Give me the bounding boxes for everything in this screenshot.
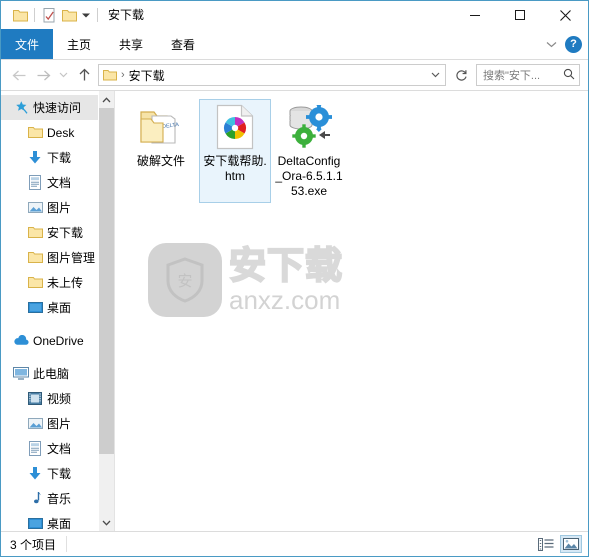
desktop-icon — [27, 300, 43, 316]
window-title: 安下载 — [108, 8, 145, 22]
tab-home[interactable]: 主页 — [53, 29, 105, 59]
folder-icon — [27, 125, 43, 141]
documents-icon — [27, 175, 43, 191]
breadcrumb[interactable]: › 安下载 — [98, 64, 446, 86]
sidebar-item-label: 图片管理 — [47, 251, 96, 265]
search-input[interactable]: 搜索"安下... — [483, 67, 563, 83]
minimize-button[interactable] — [452, 1, 497, 29]
music-icon — [27, 491, 43, 507]
sidebar-item-label: 音乐 — [47, 492, 72, 506]
sidebar-item-label: 下载 — [47, 151, 72, 165]
properties-icon[interactable] — [39, 5, 59, 25]
chevron-down-icon[interactable] — [99, 514, 114, 531]
sidebar-item-label: 文档 — [47, 442, 72, 456]
search-box[interactable]: 搜索"安下... — [476, 64, 580, 86]
help-button[interactable]: ? — [565, 35, 582, 53]
documents-icon — [27, 441, 43, 457]
sidebar-item-label: 此电脑 — [33, 367, 70, 381]
sidebar-item-label: 桌面 — [47, 517, 72, 531]
tab-file[interactable]: 文件 — [1, 29, 54, 59]
details-view-button[interactable] — [535, 535, 557, 553]
download-arrow-icon — [27, 150, 43, 166]
watermark-badge: 安 — [148, 243, 222, 317]
pictures-icon — [27, 200, 43, 216]
html-pinwheel-document-icon — [211, 103, 259, 151]
file-list-view[interactable]: QLDELTA 破解文件 安下载帮助.htm DeltaConfig_Ora-6… — [114, 91, 588, 531]
svg-text:安: 安 — [177, 273, 192, 290]
breadcrumb-separator: › — [121, 69, 125, 81]
file-name: 安下载帮助.htm — [203, 154, 267, 183]
sidebar-item-label: 文档 — [47, 176, 72, 190]
sidebar-item-label: Desk — [47, 125, 75, 140]
title-bar: 安下载 — [1, 1, 588, 29]
file-item-deltaconfig-exe[interactable]: DeltaConfig_Ora-6.5.1.153.exe — [273, 99, 345, 203]
this-pc-icon — [13, 366, 29, 382]
sidebar-item-label: 图片 — [47, 201, 72, 215]
file-explorer-window: 安下载 文件 主页 共享 查看 ? › 安下载 搜索"安下... 快速访问 De… — [0, 0, 589, 557]
sidebar-item-label: 桌面 — [47, 301, 72, 315]
sidebar-item-label: 快速访问 — [33, 101, 82, 115]
folder-icon — [27, 250, 43, 266]
pictures-icon — [27, 416, 43, 432]
chevron-down-icon[interactable] — [425, 72, 445, 78]
forward-button[interactable] — [31, 63, 55, 87]
up-button[interactable] — [72, 63, 96, 87]
close-button[interactable] — [542, 1, 588, 29]
download-arrow-icon — [27, 466, 43, 482]
star-pin-icon — [13, 100, 29, 116]
ribbon-right-controls: ? — [546, 29, 582, 59]
folder-icon[interactable] — [10, 5, 30, 25]
window-controls — [452, 1, 588, 29]
videos-icon — [27, 391, 43, 407]
sidebar-scrollbar[interactable] — [98, 91, 114, 531]
new-folder-icon[interactable] — [59, 5, 79, 25]
qat-separator-2 — [97, 8, 98, 22]
sidebar-item-label: OneDrive — [33, 333, 84, 348]
tab-share[interactable]: 共享 — [105, 29, 157, 59]
navigation-pane: 快速访问 Desk 下载 文档 图片 安下载 图片管理 未上传 桌面 OneDr… — [1, 91, 114, 531]
item-count: 3 个项目 — [10, 537, 57, 552]
file-items: QLDELTA 破解文件 安下载帮助.htm DeltaConfig_Ora-6… — [115, 91, 588, 203]
sidebar-item-label: 未上传 — [47, 276, 84, 290]
address-bar: › 安下载 搜索"安下... — [1, 60, 588, 90]
chevron-up-icon[interactable] — [99, 91, 114, 108]
folder-icon — [27, 275, 43, 291]
folder-icon — [27, 225, 43, 241]
chevron-down-icon[interactable] — [79, 5, 93, 25]
recent-locations-button[interactable] — [55, 63, 72, 87]
search-icon — [563, 68, 575, 83]
file-item-help-htm[interactable]: 安下载帮助.htm — [199, 99, 271, 203]
view-mode-buttons — [535, 535, 582, 553]
sidebar-item-label: 下载 — [47, 467, 72, 481]
file-name: DeltaConfig_Ora-6.5.1.153.exe — [275, 154, 343, 198]
folder-with-file-icon: QLDELTA — [137, 103, 185, 151]
refresh-button[interactable] — [450, 64, 472, 86]
watermark-text: 安下载 anxz.com — [228, 245, 343, 315]
chevron-down-icon[interactable] — [546, 37, 557, 51]
ribbon-tabs: 文件 主页 共享 查看 ? — [1, 29, 588, 60]
file-item-crack-folder[interactable]: QLDELTA 破解文件 — [125, 99, 197, 203]
watermark: 安 安下载 anxz.com — [148, 243, 343, 317]
explorer-body: 快速访问 Desk 下载 文档 图片 安下载 图片管理 未上传 桌面 OneDr… — [1, 90, 588, 531]
tab-view[interactable]: 查看 — [157, 29, 209, 59]
scrollbar-thumb[interactable] — [99, 108, 114, 454]
back-button[interactable] — [7, 63, 31, 87]
file-name: 破解文件 — [136, 154, 185, 168]
onedrive-cloud-icon — [13, 333, 29, 349]
quick-access-toolbar — [1, 5, 102, 25]
sidebar-item-label: 安下载 — [47, 226, 84, 240]
maximize-button[interactable] — [497, 1, 542, 29]
desktop-icon — [27, 516, 43, 532]
folder-icon — [103, 70, 117, 81]
qat-separator-1 — [34, 8, 35, 22]
database-gears-exe-icon — [285, 103, 333, 151]
large-icons-view-button[interactable] — [560, 535, 582, 553]
breadcrumb-path: 安下载 — [128, 68, 165, 83]
status-divider — [66, 536, 68, 552]
watermark-url: anxz.com — [229, 285, 341, 315]
watermark-brand: 安下载 — [228, 245, 343, 287]
status-bar: 3 个项目 — [1, 531, 588, 556]
sidebar-item-label: 图片 — [47, 417, 72, 431]
sidebar-item-label: 视频 — [47, 392, 72, 406]
